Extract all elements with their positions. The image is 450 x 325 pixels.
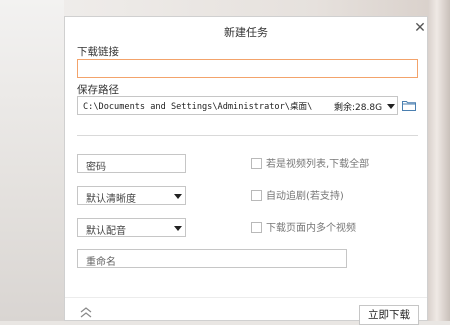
quality-value: 默认清晰度 <box>86 194 136 205</box>
background-left <box>0 0 64 321</box>
option-label-auto-follow: 自动追剧(若支持) <box>266 191 344 202</box>
chevron-down-icon[interactable] <box>387 104 395 109</box>
background-right <box>428 0 450 321</box>
password-input[interactable]: 密码 <box>77 154 186 173</box>
background-top <box>0 0 450 16</box>
download-link-label: 下载链接 <box>77 46 119 58</box>
rename-input[interactable]: 重命名 <box>77 249 347 268</box>
double-chevron-up-icon[interactable] <box>79 306 93 320</box>
option-checkbox-download-all[interactable] <box>251 158 262 169</box>
option-label-multi-video: 下载页面内多个视频 <box>266 223 356 234</box>
save-path-value: C:\Documents and Settings\Administrator\… <box>83 102 313 112</box>
chevron-down-icon <box>174 226 182 231</box>
close-icon[interactable]: ✕ <box>413 20 427 36</box>
password-placeholder: 密码 <box>86 162 106 173</box>
quality-select[interactable]: 默认清晰度 <box>77 186 186 205</box>
save-path-label: 保存路径 <box>77 84 119 96</box>
new-task-dialog: 新建任务 ✕ 下载链接 保存路径 C:\Documents and Settin… <box>64 16 428 325</box>
option-checkbox-auto-follow[interactable] <box>251 190 262 201</box>
chevron-down-icon <box>174 194 182 199</box>
folder-icon[interactable] <box>401 97 417 113</box>
dialog-title: 新建任务 <box>224 26 268 39</box>
option-checkbox-multi-video[interactable] <box>251 222 262 233</box>
rename-placeholder: 重命名 <box>86 257 116 268</box>
footer-divider <box>65 297 427 298</box>
section-divider <box>77 135 418 136</box>
option-label-download-all: 若是视频列表,下载全部 <box>266 159 370 170</box>
audio-select[interactable]: 默认配音 <box>77 218 186 237</box>
audio-value: 默认配音 <box>86 226 126 237</box>
download-now-button[interactable]: 立即下载 <box>359 305 419 325</box>
download-link-input[interactable] <box>77 59 418 78</box>
free-space-text: 剩余:28.8G <box>334 103 383 113</box>
save-path-select[interactable]: C:\Documents and Settings\Administrator\… <box>77 96 398 115</box>
